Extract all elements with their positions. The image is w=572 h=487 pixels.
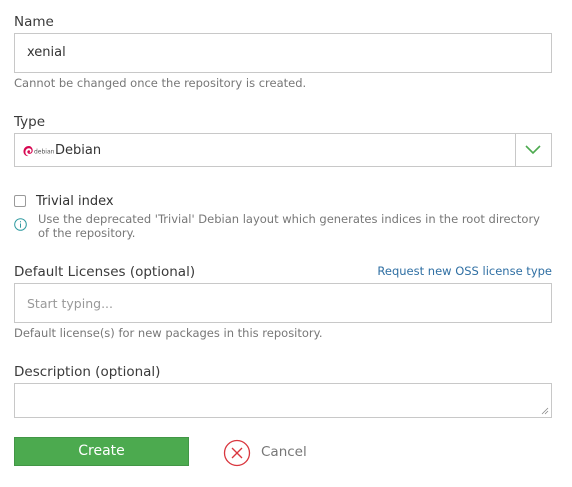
licenses-label: Default Licenses (optional): [14, 264, 196, 280]
request-license-link[interactable]: Request new OSS license type: [377, 264, 552, 278]
svg-text:debian: debian: [34, 149, 55, 156]
resize-handle-icon[interactable]: [541, 407, 549, 415]
type-select-value: Debian: [55, 143, 102, 158]
info-icon: [14, 218, 27, 231]
type-label: Type: [14, 114, 46, 130]
trivial-index-checkbox[interactable]: [14, 195, 26, 207]
name-hint: Cannot be changed once the repository is…: [14, 76, 307, 90]
create-button[interactable]: Create: [14, 437, 189, 466]
chevron-down-icon[interactable]: [524, 143, 542, 157]
close-circle-icon[interactable]: [223, 439, 251, 467]
description-textarea[interactable]: [14, 383, 552, 418]
licenses-placeholder: Start typing...: [27, 296, 113, 311]
cancel-label: Cancel: [261, 444, 307, 460]
trivial-index-description: Use the deprecated 'Trivial' Debian layo…: [38, 212, 540, 240]
select-divider: [515, 134, 516, 166]
licenses-input[interactable]: Start typing...: [14, 283, 552, 323]
name-label: Name: [14, 14, 54, 30]
cancel-button[interactable]: Cancel: [223, 439, 313, 467]
name-input[interactable]: xenial: [14, 33, 552, 73]
create-repository-form: Name xenial Cannot be changed once the r…: [0, 0, 572, 487]
name-input-value: xenial: [27, 45, 66, 60]
description-label: Description (optional): [14, 364, 161, 380]
trivial-index-label[interactable]: Trivial index: [36, 194, 114, 209]
licenses-hint: Default license(s) for new packages in t…: [14, 326, 323, 340]
type-select[interactable]: debian Debian: [14, 133, 552, 167]
